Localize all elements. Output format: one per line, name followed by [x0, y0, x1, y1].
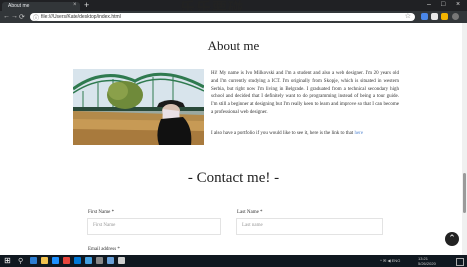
email-label: Email address * — [88, 247, 120, 252]
search-icon[interactable]: ⚲ — [18, 257, 23, 265]
app-icon[interactable] — [107, 257, 114, 264]
contact-title: - Contact me! - — [187, 170, 280, 186]
edge-icon[interactable] — [52, 257, 59, 264]
extension-icon[interactable] — [431, 13, 438, 20]
portfolio-link[interactable]: here — [354, 131, 363, 136]
tab-close-icon[interactable]: × — [73, 2, 77, 8]
scrollbar-thumb[interactable] — [463, 173, 466, 213]
address-url[interactable]: file:///Users/Kate/desktop/index.html — [41, 14, 121, 20]
extension-icon[interactable] — [421, 13, 428, 20]
bookmark-star-icon[interactable]: ☆ — [405, 12, 411, 20]
system-tray[interactable]: ^ ✉ ◀ ENG — [380, 258, 400, 263]
clock-date[interactable]: 5/26/2020 — [418, 261, 436, 266]
start-windows-icon[interactable]: ⊞ — [4, 256, 11, 265]
scroll-to-top-button[interactable]: ⌃ — [445, 232, 459, 246]
vscode-icon[interactable] — [74, 257, 81, 264]
about-paragraph-2-text: I also have a portfolio if you would lik… — [211, 131, 355, 136]
page-scrollbar[interactable] — [462, 23, 467, 255]
profile-avatar[interactable] — [452, 13, 459, 20]
about-paragraph-1: Hi! My name is Ivo Milkovski and I'm a s… — [211, 71, 399, 115]
back-button[interactable]: ← — [3, 13, 10, 20]
chrome-icon[interactable] — [63, 257, 70, 264]
first-name-placeholder: First Name — [93, 223, 116, 228]
about-paragraph-2: I also have a portfolio if you would lik… — [211, 130, 399, 138]
taskbar: ⊞ ⚲ ^ ✉ ◀ ENG 13:21 5/26/2020 — [0, 255, 467, 267]
profile-photo — [73, 69, 204, 145]
first-name-label: First Name * — [88, 210, 115, 215]
chevron-up-icon: ⌃ — [448, 234, 456, 244]
extension-icon[interactable] — [441, 13, 448, 20]
notification-icon[interactable] — [456, 258, 464, 266]
first-name-field[interactable]: First Name — [87, 218, 221, 235]
address-bar[interactable]: ⓘ file:///Users/Kate/desktop/index.html … — [30, 12, 415, 22]
info-icon[interactable]: ⓘ — [33, 13, 39, 22]
about-title: About me — [207, 38, 260, 53]
last-name-field[interactable]: Last name — [236, 218, 383, 235]
new-tab-button[interactable]: + — [84, 0, 89, 10]
browser-titlebar: About me × + 乐乐要碰 – □ × — [0, 0, 467, 17]
last-name-label: Last Name * — [237, 210, 263, 215]
file-explorer-icon[interactable] — [41, 257, 48, 264]
minimize-button[interactable]: – — [427, 1, 431, 8]
last-name-placeholder: Last name — [242, 223, 263, 228]
app-icon[interactable] — [96, 257, 103, 264]
app-icon[interactable] — [118, 257, 125, 264]
browser-tab[interactable]: About me × — [2, 2, 80, 11]
reload-button[interactable]: ⟳ — [19, 13, 25, 21]
forward-button[interactable]: → — [11, 13, 18, 20]
close-window-button[interactable]: × — [456, 1, 460, 8]
tab-title: About me — [8, 3, 30, 9]
app-icon[interactable] — [85, 257, 92, 264]
profile-photo-image — [73, 69, 204, 145]
task-view-icon[interactable] — [30, 257, 37, 264]
browser-toolbar: ← → ⟳ ⓘ file:///Users/Kate/desktop/index… — [0, 11, 467, 23]
page-content — [0, 23, 467, 255]
maximize-button[interactable]: □ — [441, 1, 445, 8]
